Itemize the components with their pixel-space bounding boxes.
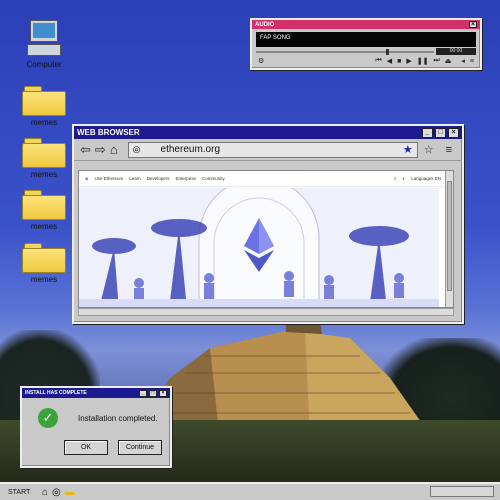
home-icon[interactable]: ⌂ [42,487,48,498]
menu-icon[interactable]: ≡ [470,58,474,65]
close-icon[interactable]: × [159,389,167,397]
desktop-icon-memes-4[interactable]: memes [14,243,74,284]
web-browser-window: WEB BROWSER _ □ × ⇦ ⇨ ⌂ ◎ ethereum.org ★… [72,124,464,324]
desktop-icon-label: memes [30,170,58,179]
back-arrow-icon[interactable]: ⇦ [80,142,91,158]
nav-learn[interactable]: Learn [129,176,141,181]
desktop-icon-label: memes [30,118,58,127]
hamburger-menu-icon[interactable]: ≡ [446,144,452,156]
playback-controls: ⚙ ⏮ ◀ ■ ▶ ❚❚ ⏭ ⏏ ◂ ≡ [258,57,474,65]
nav-community[interactable]: Community [202,176,225,181]
url-text: ethereum.org [160,144,221,155]
seek-bar[interactable]: 00:00 [256,48,476,55]
desktop-icon-memes-2[interactable]: memes [14,138,74,179]
hero-illustration [79,188,439,307]
search-icon[interactable]: ⌕ [394,176,397,181]
volume-icon[interactable]: ◂ [461,57,465,65]
dialog-message: Installation completed. [78,414,158,423]
maximize-icon[interactable]: □ [435,127,446,138]
next-icon[interactable]: ⏭ [433,57,439,65]
taskbar: START ⌂ ◎ ▬ [0,482,500,500]
folder-icon [22,243,66,273]
vertical-scrollbar[interactable] [445,171,453,307]
theme-toggle-icon[interactable]: ◐ [403,176,406,181]
maximize-icon[interactable]: □ [149,389,157,397]
home-icon[interactable]: ⌂ [110,142,118,157]
continue-button[interactable]: Continue [118,440,162,455]
audio-player-window: AUDIO × FAP SONG 00:00 ⚙ ⏮ ◀ ■ ▶ ❚❚ ⏭ ⏏ … [250,18,482,70]
browser-toolbar: ⇦ ⇨ ⌂ ◎ ethereum.org ★ ☆ ≡ [74,139,462,161]
desktop-icon-computer[interactable]: Computer [14,20,74,69]
webpage-viewport[interactable]: ◆ Use Ethereum Learn Developers Enterpri… [78,170,454,308]
globe-icon: ◎ [132,144,141,154]
system-tray[interactable] [430,486,494,497]
desktop-icon-label: Computer [26,60,62,69]
scroll-thumb[interactable] [447,181,452,291]
stop-icon[interactable]: ■ [397,58,401,65]
start-button[interactable]: START [8,489,38,496]
dialog-titlebar[interactable]: INSTALL HAS COMPLETE _ □ × [22,388,170,398]
site-navigation: ◆ Use Ethereum Learn Developers Enterpri… [79,171,453,187]
play-icon[interactable]: ▶ [406,57,411,65]
globe-icon[interactable]: ◎ [52,487,61,498]
desktop-icon-label: memes [30,275,58,284]
desktop-icon-label: memes [30,222,58,231]
browser-titlebar[interactable]: WEB BROWSER _ □ × [74,126,462,139]
audio-title: AUDIO [255,21,275,28]
favorites-star-icon[interactable]: ☆ [424,143,434,156]
time-readout: 00:00 [436,48,476,55]
folder-icon[interactable]: ▬ [65,487,75,498]
eject-icon[interactable]: ⏏ [445,57,452,65]
desktop-icon-memes-1[interactable]: memes [14,86,74,127]
address-bar[interactable]: ◎ ethereum.org ★ [127,141,418,158]
seek-knob[interactable] [386,49,389,55]
nav-developers[interactable]: Developers [147,176,170,181]
rewind-icon[interactable]: ◀ [387,57,392,65]
nav-enterprise[interactable]: Enterprise [176,176,197,181]
folder-icon [22,86,66,116]
close-icon[interactable]: × [448,127,459,138]
dialog-title: INSTALL HAS COMPLETE [25,390,87,396]
browser-title: WEB BROWSER [77,128,140,137]
ok-button[interactable]: OK [64,440,108,455]
nav-use-ethereum[interactable]: Use Ethereum [94,176,123,181]
minimize-icon[interactable]: _ [422,127,433,138]
horizontal-scrollbar[interactable] [78,308,454,316]
folder-icon [22,138,66,168]
forward-arrow-icon[interactable]: ⇨ [95,142,106,158]
minimize-icon[interactable]: _ [139,389,147,397]
checkmark-icon: ✓ [38,408,58,428]
previous-icon[interactable]: ⏮ [375,57,381,65]
folder-icon [22,190,66,220]
audio-titlebar[interactable]: AUDIO × [252,20,480,29]
close-icon[interactable]: × [469,21,477,28]
bookmark-star-icon[interactable]: ★ [403,143,413,156]
desktop-icon-memes-3[interactable]: memes [14,190,74,231]
song-title: FAP SONG [260,35,291,41]
install-dialog: INSTALL HAS COMPLETE _ □ × ✓ Installatio… [20,386,172,468]
gear-icon[interactable]: ⚙ [258,57,264,65]
song-display: FAP SONG [256,32,476,47]
ethereum-logo-icon[interactable]: ◆ [85,176,88,182]
computer-icon [27,20,61,58]
pause-icon[interactable]: ❚❚ [417,57,429,65]
language-selector[interactable]: Languages EN [411,176,441,181]
